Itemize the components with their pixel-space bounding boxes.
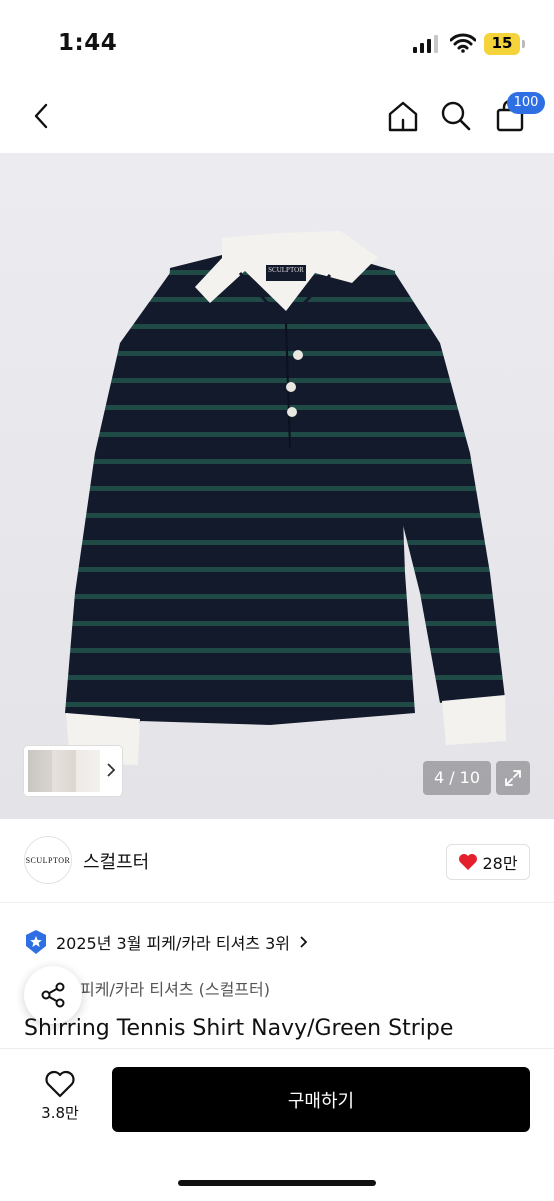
wishlist-count: 3.8만 (41, 1104, 79, 1122)
product-brand-label: SCULPTOR (268, 266, 304, 274)
back-button[interactable] (20, 94, 64, 138)
fullscreen-button[interactable] (496, 761, 530, 795)
ranking-star-icon (26, 930, 46, 954)
status-time: 1:44 (58, 30, 118, 56)
wishlist-button[interactable]: 3.8만 (30, 1070, 90, 1128)
chevron-right-icon (300, 936, 308, 948)
search-button[interactable] (434, 94, 478, 138)
battery-icon: 15 (484, 33, 520, 55)
ranking-text: 2025년 3월 피케/카라 티셔츠 3위 (56, 934, 291, 953)
ranking-link[interactable]: 2025년 3월 피케/카라 티셔츠 3위 (24, 928, 308, 956)
brand-row: SCULPTOR 스컬프터 28만 (0, 820, 554, 903)
battery-cap (522, 40, 525, 48)
brand-name[interactable]: 스컬프터 (83, 848, 149, 874)
cart-count-badge: 100 (507, 92, 545, 114)
thumbnail-strip-button[interactable] (24, 746, 122, 796)
home-button[interactable] (381, 94, 425, 138)
brand-logo[interactable]: SCULPTOR (24, 836, 72, 884)
brand-like-button[interactable]: 28만 (446, 844, 530, 880)
share-icon (41, 982, 65, 1008)
search-icon (441, 101, 471, 131)
chevron-left-icon (34, 103, 48, 129)
product-photo (65, 231, 506, 765)
expand-icon (505, 770, 521, 786)
product-image-carousel[interactable]: SCULPTOR (0, 153, 554, 819)
heart-outline-icon (45, 1070, 75, 1098)
thumbnail-preview (28, 750, 100, 792)
battery-level: 15 (491, 34, 513, 52)
chevron-right-icon (107, 763, 116, 777)
wifi-icon (450, 33, 476, 53)
heart-filled-icon (459, 854, 478, 870)
category-text[interactable]: 피케/카라 티셔츠 (스컬프터) (80, 976, 270, 1000)
product-title: Shirring Tennis Shirt Navy/Green Stripe (24, 1016, 454, 1041)
signal-icon (413, 35, 438, 53)
home-indicator (178, 1180, 376, 1186)
buy-button[interactable]: 구매하기 (112, 1067, 530, 1132)
brand-like-count: 28만 (482, 854, 518, 873)
home-icon (388, 101, 418, 132)
status-bar: 1:44 15 (0, 0, 554, 80)
image-counter: 4 / 10 (423, 761, 491, 795)
nav-bar (0, 80, 554, 152)
